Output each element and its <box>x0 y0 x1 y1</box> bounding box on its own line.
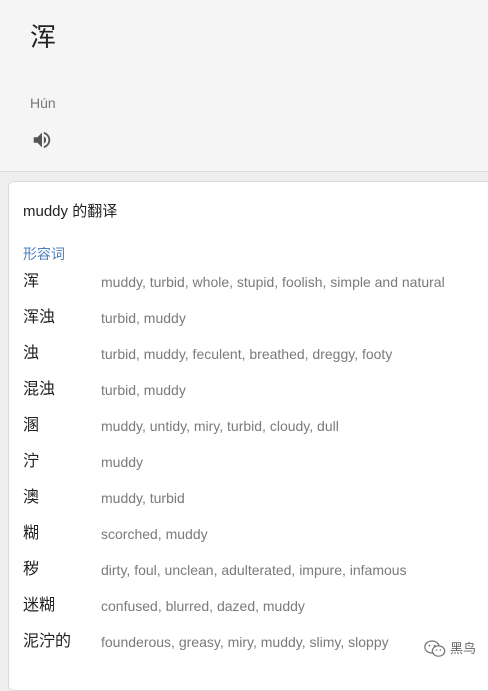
source-panel: 浑 Hún <box>0 0 488 172</box>
part-of-speech-label: 形容词 <box>23 246 65 262</box>
row-translations: muddy, untidy, miry, turbid, cloudy, dul… <box>101 418 339 434</box>
source-word: 浑 <box>30 22 57 52</box>
translation-row[interactable]: 迷糊 confused, blurred, dazed, muddy <box>9 588 488 624</box>
row-translations: muddy, turbid, whole, stupid, foolish, s… <box>101 274 445 290</box>
row-word: 糊 <box>23 525 40 542</box>
translation-row[interactable]: 浑浊 turbid, muddy <box>9 300 488 336</box>
translation-row[interactable]: 混浊 turbid, muddy <box>9 372 488 408</box>
row-word: 秽 <box>23 561 40 578</box>
translation-row[interactable]: 溷 muddy, untidy, miry, turbid, cloudy, d… <box>9 408 488 444</box>
translation-card: muddy 的翻译 形容词 浑 muddy, turbid, whole, st… <box>8 181 488 691</box>
row-translations: turbid, muddy <box>101 382 186 398</box>
wechat-icon <box>424 640 446 657</box>
translation-list: 浑 muddy, turbid, whole, stupid, foolish,… <box>9 264 488 660</box>
watermark: 黑鸟 <box>424 640 476 658</box>
row-word: 浊 <box>23 345 40 362</box>
row-translations: founderous, greasy, miry, muddy, slimy, … <box>101 634 389 650</box>
row-word: 混浊 <box>23 381 56 398</box>
row-translations: dirty, foul, unclean, adulterated, impur… <box>101 562 407 578</box>
translation-row[interactable]: 浑 muddy, turbid, whole, stupid, foolish,… <box>9 264 488 300</box>
translation-row[interactable]: 澳 muddy, turbid <box>9 480 488 516</box>
row-translations: turbid, muddy <box>101 310 186 326</box>
translation-row[interactable]: 泥泞的 founderous, greasy, miry, muddy, sli… <box>9 624 488 660</box>
row-word: 迷糊 <box>23 597 56 614</box>
watermark-text: 黑鸟 <box>450 641 477 656</box>
volume-icon <box>33 131 51 149</box>
translation-row[interactable]: 秽 dirty, foul, unclean, adulterated, imp… <box>9 552 488 588</box>
row-word: 澳 <box>23 489 40 506</box>
row-translations: confused, blurred, dazed, muddy <box>101 598 305 614</box>
row-word: 泞 <box>23 453 40 470</box>
card-title: muddy 的翻译 <box>23 203 118 220</box>
row-translations: scorched, muddy <box>101 526 208 542</box>
pinyin: Hún <box>30 95 56 111</box>
translation-row[interactable]: 泞 muddy <box>9 444 488 480</box>
row-word: 溷 <box>23 417 40 434</box>
translation-row[interactable]: 浊 turbid, muddy, feculent, breathed, dre… <box>9 336 488 372</box>
row-word: 浑浊 <box>23 309 56 326</box>
row-translations: muddy <box>101 454 144 470</box>
row-translations: turbid, muddy, feculent, breathed, dregg… <box>101 346 393 362</box>
row-word: 泥泞的 <box>23 633 72 650</box>
row-word: 浑 <box>23 273 40 290</box>
translation-row[interactable]: 糊 scorched, muddy <box>9 516 488 552</box>
row-translations: muddy, turbid <box>101 490 185 506</box>
listen-button[interactable] <box>28 126 56 154</box>
